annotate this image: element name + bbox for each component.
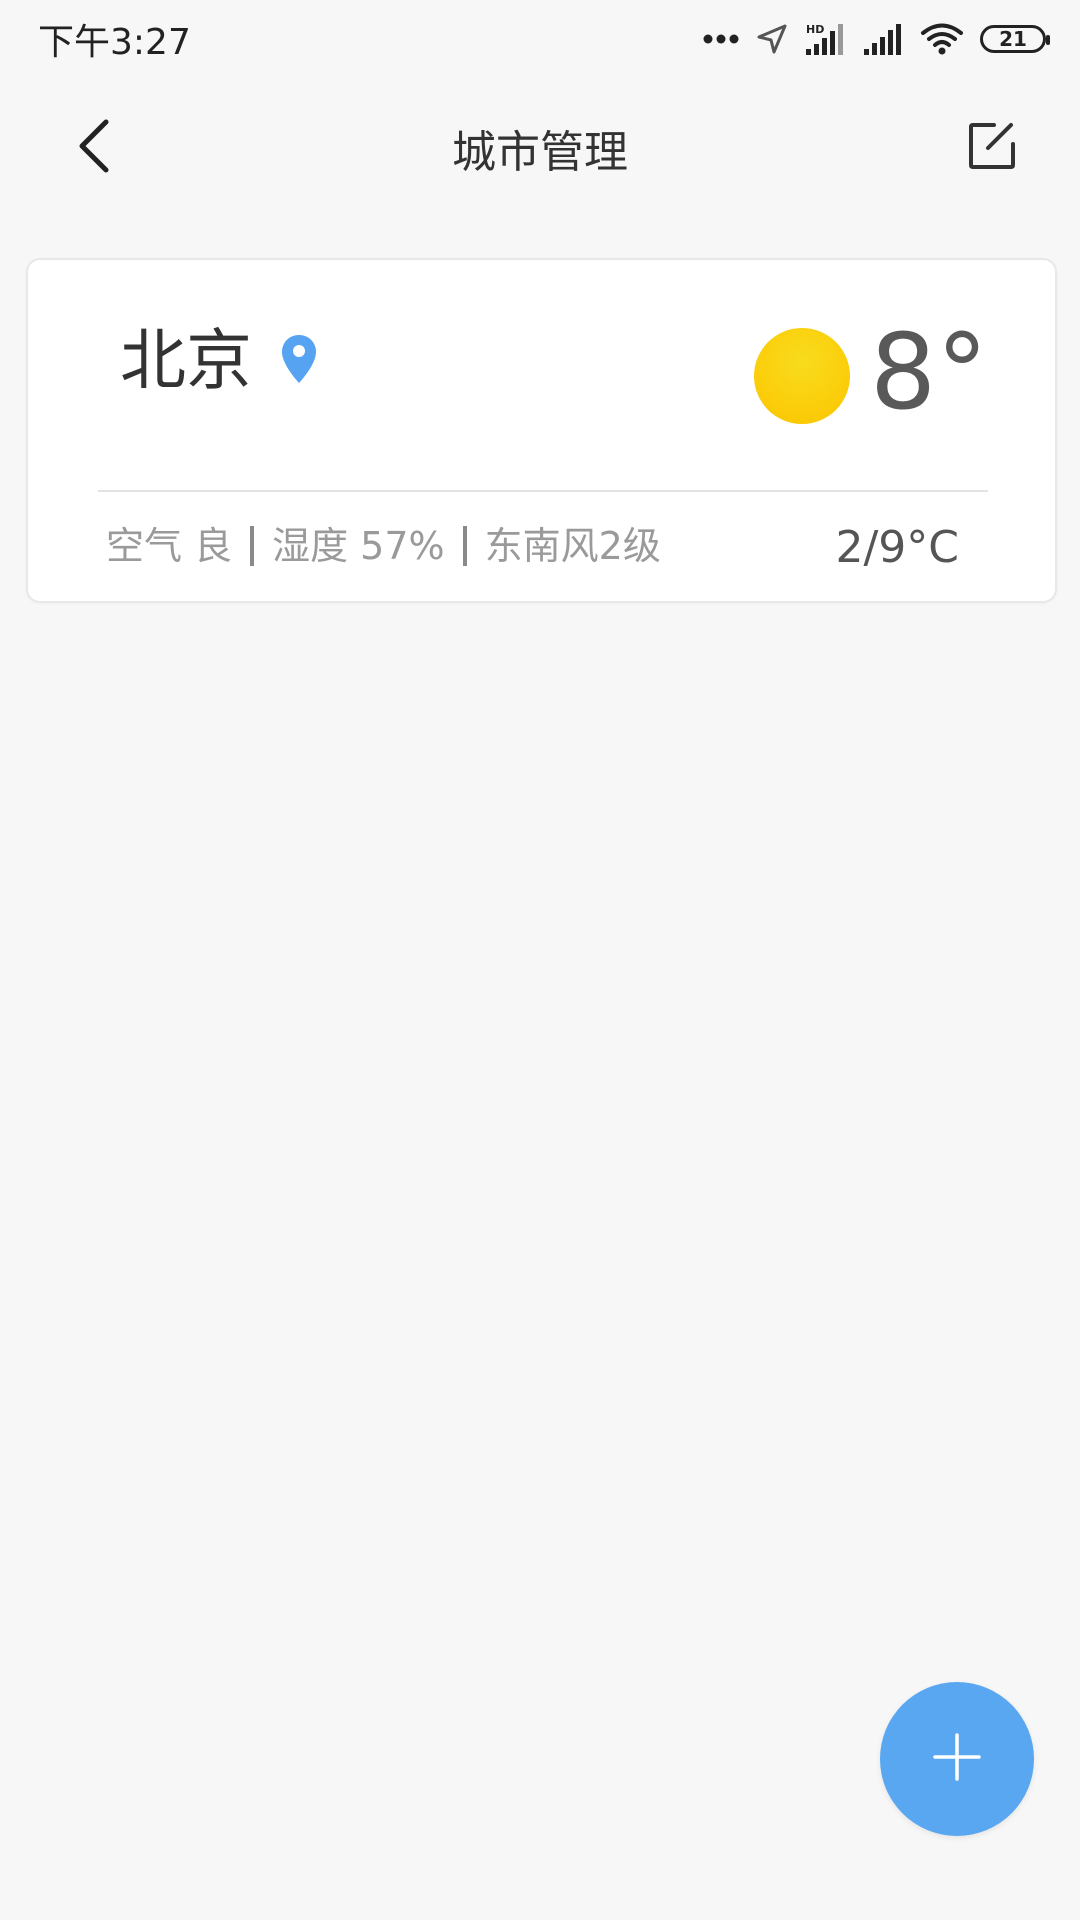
city-name-row: 北京 [120, 328, 318, 394]
card-divider [98, 490, 988, 492]
weather-details: 空气 良 湿度 57% 东南风2级 [106, 526, 661, 566]
more-dots-icon [702, 33, 740, 45]
location-arrow-icon [756, 23, 788, 55]
status-right: HD 21 [702, 22, 1050, 56]
add-city-button[interactable] [880, 1682, 1034, 1836]
city-card[interactable]: 北京 8° 空气 良 湿度 57% 东南风2级 2/9°C [26, 258, 1057, 603]
status-left: 下午3:27 [38, 13, 191, 65]
separator [250, 526, 255, 566]
temperature-range: 2/9°C [835, 522, 959, 573]
edit-button[interactable] [962, 118, 1022, 178]
back-button[interactable] [64, 118, 124, 178]
humidity: 湿度 57% [272, 524, 445, 568]
location-pin-icon [280, 333, 318, 389]
page-title: 城市管理 [452, 127, 628, 178]
svg-text:HD: HD [806, 23, 824, 36]
status-bar: 下午3:27 HD 21 [0, 0, 1080, 78]
battery-level: 21 [999, 27, 1027, 51]
app-bar: 城市管理 [18, 78, 1062, 218]
city-name: 北京 [120, 322, 252, 399]
sun-icon [754, 328, 850, 424]
hd-signal-icon: HD [804, 22, 846, 56]
air-quality: 空气 良 [106, 524, 233, 568]
current-temperature: 8° [870, 311, 989, 433]
plus-icon [932, 1732, 982, 1786]
separator [462, 526, 467, 566]
wind: 东南风2级 [484, 524, 661, 568]
status-time: 下午3:27 [38, 22, 191, 63]
battery-icon: 21 [980, 25, 1050, 53]
cell-signal-icon [862, 22, 904, 56]
chevron-left-icon [74, 118, 114, 178]
edit-square-icon [967, 121, 1017, 175]
wifi-icon [920, 22, 964, 56]
